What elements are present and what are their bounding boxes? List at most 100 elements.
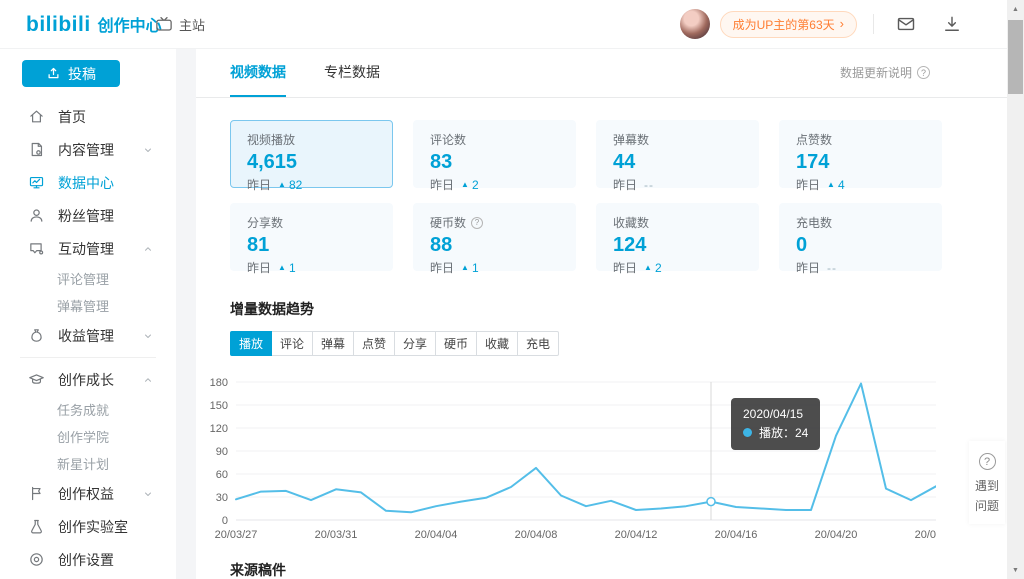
data-update-note[interactable]: 数据更新说明 ?	[840, 48, 930, 97]
stat-card[interactable]: 弹幕数44昨日--	[596, 120, 759, 188]
yesterday-label: 昨日	[796, 259, 820, 276]
metric-tab[interactable]: 分享	[394, 331, 436, 356]
metric-tab[interactable]: 弹幕	[312, 331, 354, 356]
stat-cards: 视频播放4,615昨日▲82 评论数83昨日▲2 弹幕数44昨日-- 点赞数 174 昨日…	[230, 120, 973, 271]
sidebar-item[interactable]: 数据中心	[0, 166, 176, 199]
stat-card[interactable]: 硬币数?88昨日▲1	[413, 203, 576, 271]
metric-tab[interactable]: 播放	[230, 331, 272, 356]
up-days-badge[interactable]: 成为UP主的第63天 ›	[720, 11, 857, 38]
yesterday-label: 昨日	[247, 259, 271, 276]
data-tabs: 视频数据专栏数据 数据更新说明 ?	[196, 48, 1007, 98]
sidebar-subitem[interactable]: 弹幕管理	[0, 292, 176, 319]
yesterday-label: 昨日	[430, 176, 454, 193]
scroll-up-arrow[interactable]: ▲	[1007, 1, 1024, 17]
card-label: 充电数	[796, 214, 832, 231]
help-circle-icon: ?	[917, 66, 930, 79]
svg-text:20/03/31: 20/03/31	[315, 529, 358, 541]
scroll-thumb[interactable]	[1008, 20, 1023, 94]
content-icon	[28, 141, 45, 158]
chevron-right-icon: ›	[840, 19, 844, 29]
metric-tab[interactable]: 充电	[517, 331, 559, 356]
sidebar-item-label: 创作权益	[58, 484, 114, 504]
stat-card[interactable]: 视频播放4,615昨日▲82	[230, 120, 393, 188]
sidebar-subitem[interactable]: 新星计划	[0, 450, 176, 477]
stat-card[interactable]: 收藏数124昨日▲2	[596, 203, 759, 271]
sidebar-item[interactable]: 创作实验室	[0, 510, 176, 543]
submit-button[interactable]: 投稿	[22, 60, 120, 87]
metric-tab[interactable]: 收藏	[476, 331, 518, 356]
delta-value: --	[644, 178, 654, 192]
stat-card[interactable]: 分享数81昨日▲1	[230, 203, 393, 271]
chevron-down-icon	[142, 144, 154, 156]
card-label: 点赞数	[796, 131, 832, 148]
main-site-label: 主站	[179, 15, 205, 34]
app-header: bilibili 创作中心 主站 成为UP主的第63天 ›	[0, 0, 1024, 49]
card-value: 4,615	[247, 151, 376, 173]
svg-text:180: 180	[210, 377, 228, 389]
trend-chart[interactable]: 030609012015018020/03/2720/03/3120/04/04…	[196, 372, 936, 544]
update-note-label: 数据更新说明	[840, 64, 912, 81]
delta-value: 1	[289, 261, 296, 275]
creator-center-page: bilibili 创作中心 主站 成为UP主的第63天 ›	[0, 0, 1024, 579]
sidebar-item-label: 任务成就	[57, 400, 109, 419]
scrollbar[interactable]: ▲ ▼	[1007, 0, 1024, 579]
up-arrow-icon: ▲	[827, 180, 835, 189]
tab[interactable]: 视频数据	[230, 48, 286, 97]
sidebar-item-label: 评论管理	[57, 269, 109, 288]
submit-button-label: 投稿	[68, 64, 96, 84]
question-circle-icon: ?	[979, 453, 996, 470]
sidebar-item-label: 首页	[58, 107, 86, 127]
metric-tab[interactable]: 评论	[271, 331, 313, 356]
sidebar-item[interactable]: 创作权益	[0, 477, 176, 510]
scroll-down-arrow[interactable]: ▼	[1007, 562, 1024, 578]
stat-card[interactable]: 评论数83昨日▲2	[413, 120, 576, 188]
metric-tab[interactable]: 点赞	[353, 331, 395, 356]
svg-text:20/04/12: 20/04/12	[615, 529, 658, 541]
sidebar-subitem[interactable]: 任务成就	[0, 396, 176, 423]
card-value: 174	[796, 151, 925, 173]
metric-tab[interactable]: 硬币	[435, 331, 477, 356]
delta-value: 82	[289, 178, 302, 192]
card-label: 硬币数	[430, 214, 466, 231]
sidebar-item[interactable]: 创作成长	[0, 363, 176, 396]
sidebar-item-label: 收益管理	[58, 326, 114, 346]
up-arrow-icon: ▲	[461, 263, 469, 272]
home-icon	[28, 108, 45, 125]
help-widget[interactable]: ? 遇到 问题	[969, 441, 1005, 524]
sidebar-item[interactable]: 互动管理	[0, 232, 176, 265]
up-arrow-icon: ▲	[644, 263, 652, 272]
metric-tabs: 播放评论弹幕点赞分享硬币收藏充电	[230, 331, 973, 356]
svg-text:90: 90	[216, 446, 228, 458]
avatar[interactable]	[680, 9, 710, 39]
fans-icon	[28, 207, 45, 224]
sidebar-item[interactable]: 粉丝管理	[0, 199, 176, 232]
card-label: 弹幕数	[613, 131, 649, 148]
sidebar-item[interactable]: 创作设置	[0, 543, 176, 576]
sidebar-item[interactable]: 收益管理	[0, 319, 176, 352]
sidebar-item-label: 数据中心	[58, 173, 114, 193]
sidebar-item-label: 弹幕管理	[57, 296, 109, 315]
sidebar-subitem[interactable]: 评论管理	[0, 265, 176, 292]
main-site-link[interactable]: 主站	[155, 15, 205, 34]
svg-text:20/03/27: 20/03/27	[215, 529, 258, 541]
up-arrow-icon: ▲	[461, 180, 469, 189]
download-icon[interactable]	[942, 14, 962, 34]
sidebar-item[interactable]: 内容管理	[0, 133, 176, 166]
data-center-icon	[28, 174, 45, 191]
help-widget-line1: 遇到	[975, 477, 999, 494]
sidebar-item-label: 创作实验室	[58, 517, 128, 537]
card-value: 124	[613, 234, 742, 256]
stat-card[interactable]: 充电数0昨日--	[779, 203, 942, 271]
tab[interactable]: 专栏数据	[324, 48, 380, 97]
sidebar-item[interactable]: 首页	[0, 100, 176, 133]
stat-card[interactable]: 点赞数174昨日▲4	[779, 120, 942, 188]
sidebar-subitem[interactable]: 创作学院	[0, 423, 176, 450]
delta-value: 2	[472, 178, 479, 192]
header-divider	[873, 14, 874, 34]
sidebar: 投稿 首页内容管理数据中心粉丝管理互动管理评论管理弹幕管理收益管理创作成长任务成…	[0, 48, 176, 579]
mail-icon[interactable]	[896, 14, 916, 34]
chevron-up-icon	[142, 374, 154, 386]
bilibili-logo[interactable]: bilibili 创作中心	[26, 12, 162, 37]
card-value: 0	[796, 234, 925, 256]
tv-icon	[155, 15, 173, 33]
